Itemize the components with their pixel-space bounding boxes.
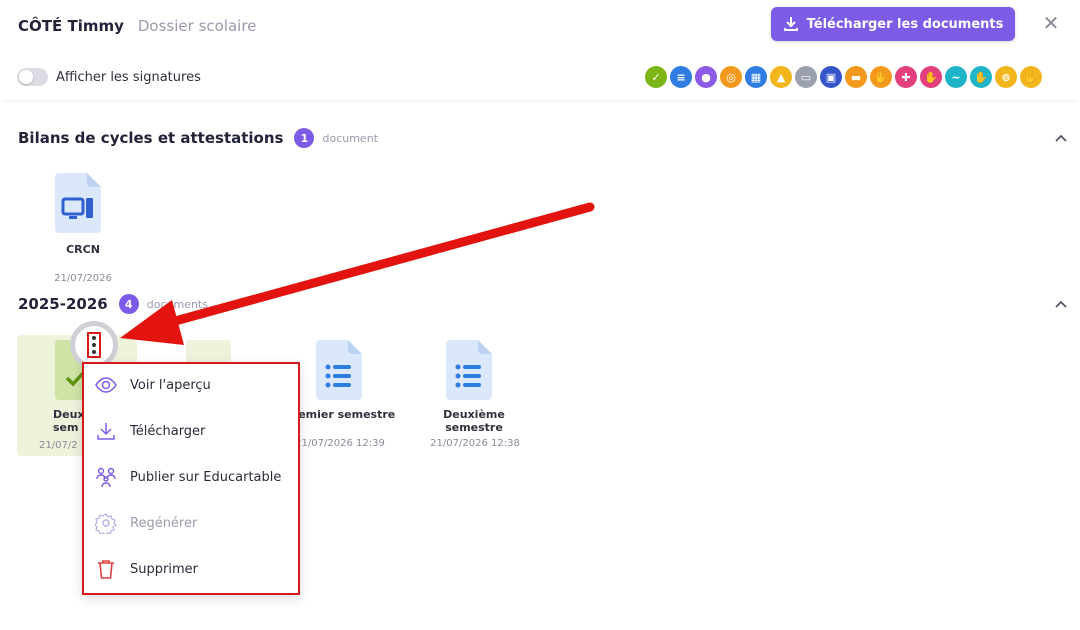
document-list-icon[interactable] bbox=[316, 340, 362, 400]
menu-item-download[interactable]: Télécharger bbox=[84, 410, 298, 452]
paw-icon[interactable]: ● bbox=[695, 66, 717, 88]
medical-icon[interactable]: ✚ bbox=[895, 66, 917, 88]
check-icon[interactable]: ✓ bbox=[645, 66, 667, 88]
document-name-line: sem bbox=[53, 421, 79, 434]
menu-item-publish[interactable]: Publier sur Educartable bbox=[84, 456, 298, 498]
computer-document-icon[interactable] bbox=[55, 173, 101, 233]
signatures-toggle[interactable] bbox=[17, 68, 48, 86]
menu-item-label: Télécharger bbox=[130, 423, 206, 439]
kebab-menu-icon bbox=[87, 332, 101, 358]
car-icon[interactable]: ▬ bbox=[845, 66, 867, 88]
computer-icon[interactable]: ▣ bbox=[820, 66, 842, 88]
section-title-text: Bilans de cycles et attestations bbox=[18, 129, 284, 147]
document-name: Premier semestre bbox=[284, 408, 396, 421]
document-name-line: Deuxième bbox=[443, 408, 505, 421]
document-date: 21/07/2026 bbox=[54, 273, 112, 284]
student-name: CÔTÉ Timmy bbox=[18, 17, 124, 35]
document-count-badge: 1 bbox=[294, 128, 315, 148]
download-icon bbox=[94, 419, 118, 443]
menu-item-label: Regénérer bbox=[130, 515, 198, 531]
category-filter-bar: ✓ ≡ ● ◎ ▦ ▲ ▭ ▣ ▬ ✋ ✚ ✋ ∼ ✋ ⊚ ✋ bbox=[645, 66, 1042, 88]
grid-icon[interactable]: ▦ bbox=[745, 66, 767, 88]
list-icon[interactable]: ≡ bbox=[670, 66, 692, 88]
document-date: 21/07/2026 12:38 bbox=[430, 438, 520, 449]
menu-item-label: Publier sur Educartable bbox=[130, 469, 282, 485]
document-name: Deuxième semestre bbox=[424, 408, 524, 434]
page-subtitle: Dossier scolaire bbox=[137, 17, 257, 35]
hand-icon[interactable]: ✋ bbox=[920, 66, 942, 88]
menu-item-regenerate[interactable]: Regénérer bbox=[84, 502, 298, 544]
download-documents-button[interactable]: Télécharger les documents bbox=[771, 7, 1015, 41]
hand-icon[interactable]: ✋ bbox=[1020, 66, 1042, 88]
menu-item-label: Supprimer bbox=[130, 561, 198, 577]
download-documents-label: Télécharger les documents bbox=[806, 16, 1004, 32]
menu-item-delete[interactable]: Supprimer bbox=[84, 548, 298, 590]
bank-icon[interactable]: ▲ bbox=[770, 66, 792, 88]
hand-icon[interactable]: ✋ bbox=[970, 66, 992, 88]
document-name-line: semestre bbox=[445, 421, 503, 434]
section-title-text: 2025-2026 bbox=[18, 295, 108, 313]
hand-icon[interactable]: ✋ bbox=[870, 66, 892, 88]
document-name-line: Deux bbox=[53, 408, 85, 421]
close-icon[interactable]: ✕ bbox=[1040, 12, 1062, 34]
chevron-up-icon[interactable] bbox=[1053, 296, 1069, 312]
gear-icon bbox=[94, 511, 118, 535]
bike-icon[interactable]: ⊚ bbox=[995, 66, 1017, 88]
screen-icon[interactable]: ▭ bbox=[795, 66, 817, 88]
swim-icon[interactable]: ∼ bbox=[945, 66, 967, 88]
document-count-badge: 4 bbox=[118, 294, 139, 314]
medal-icon[interactable]: ◎ bbox=[720, 66, 742, 88]
download-icon bbox=[783, 17, 798, 31]
document-name: CRCN bbox=[66, 243, 100, 256]
trash-icon bbox=[94, 557, 118, 581]
section-title-bilans: Bilans de cycles et attestations 1 docum… bbox=[18, 128, 378, 148]
signatures-toggle-label: Afficher les signatures bbox=[56, 69, 201, 85]
document-count-label: document bbox=[322, 131, 378, 145]
eye-icon bbox=[94, 373, 118, 397]
menu-item-preview[interactable]: Voir l'aperçu bbox=[84, 364, 298, 406]
document-name: Deux sem bbox=[40, 408, 85, 434]
people-icon bbox=[94, 465, 118, 489]
document-date: 21/07/2026 12:39 bbox=[295, 438, 385, 449]
chevron-up-icon[interactable] bbox=[1053, 130, 1069, 146]
section-title-year: 2025-2026 4 documents bbox=[18, 294, 208, 314]
document-list-icon[interactable] bbox=[446, 340, 492, 400]
menu-item-label: Voir l'aperçu bbox=[130, 377, 211, 393]
document-context-menu: Voir l'aperçu Télécharger Publier sur Ed… bbox=[82, 362, 300, 595]
document-count-label: documents bbox=[146, 297, 208, 311]
